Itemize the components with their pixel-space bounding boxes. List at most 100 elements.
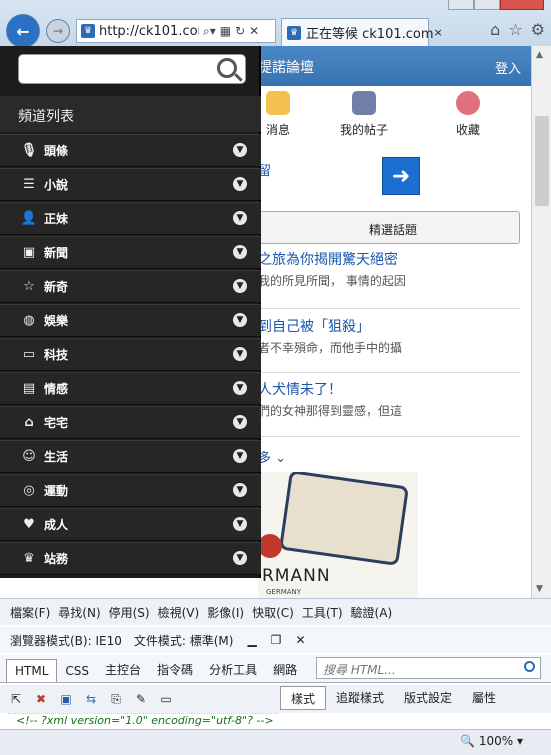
zoom-control[interactable]: 🔍 100% ▾ — [460, 734, 523, 748]
go-arrow-button[interactable]: ➜ — [382, 157, 420, 195]
maximize-button[interactable] — [474, 0, 500, 10]
edit-icon[interactable]: ✎ — [133, 691, 149, 707]
channel-item[interactable]: 👤 正妹 ▼ — [0, 202, 261, 235]
channel-item-label: 站務 — [44, 552, 69, 566]
word-wrap-icon[interactable]: ⎘ — [108, 691, 124, 707]
channel-item[interactable]: ⌂ 宅宅 ▼ — [0, 406, 261, 439]
forward-button[interactable]: → — [46, 19, 70, 43]
chevron-down-icon[interactable]: ▼ — [233, 517, 247, 531]
channel-item[interactable]: ◍ 娛樂 ▼ — [0, 304, 261, 337]
menu-item[interactable]: 影像(I) — [207, 604, 244, 621]
hot-topics-tab[interactable]: 精選話題 — [258, 211, 520, 244]
refresh-icon[interactable]: ↻ — [235, 24, 245, 38]
channel-item[interactable]: ♛ 站務 ▼ — [0, 542, 261, 575]
chevron-down-icon[interactable]: ▼ — [233, 449, 247, 463]
url-text[interactable]: http://ck101.com/f — [99, 24, 199, 39]
minimize-button[interactable] — [448, 0, 474, 10]
devtools-tab[interactable]: CSS — [57, 660, 97, 682]
article-item[interactable]: 人犬情未了！ 們的女神那得到靈感，但這 — [258, 379, 520, 419]
devtools-tab[interactable]: HTML — [6, 659, 58, 682]
quick-link-messages[interactable]: 消息 — [266, 91, 290, 138]
channel-item[interactable]: ☺ 生活 ▼ — [0, 440, 261, 473]
search-icon[interactable] — [524, 661, 535, 672]
devtools-tab[interactable]: 指令碼 — [149, 657, 201, 682]
devtools-tab[interactable]: 主控台 — [97, 657, 149, 682]
clear-icon[interactable]: ✖ — [33, 691, 49, 707]
drawer-search-input[interactable] — [18, 54, 246, 84]
devtools-tab[interactable]: 網路 — [265, 657, 305, 682]
article-item[interactable]: 到自己被「狙殺」 者不幸殞命，而他手中的攝 — [258, 316, 520, 356]
article-item[interactable]: 之旅為你揭開驚天絕密 我的所見所聞， 事情的起因 — [258, 249, 520, 289]
style-tab[interactable]: 樣式 — [280, 686, 327, 710]
crown-icon: ♛ — [23, 551, 35, 566]
devtools-minimize-icon[interactable]: ▁ — [247, 633, 256, 647]
html-search-input[interactable]: 搜尋 HTML... — [316, 657, 541, 679]
browser-tab[interactable]: ♛ 正在等候 ck101.com × — [281, 18, 443, 46]
menu-item[interactable]: 檢視(V) — [158, 604, 200, 621]
close-window-button[interactable] — [500, 0, 544, 10]
channel-item[interactable]: ▭ 科技 ▼ — [0, 338, 261, 371]
advertisement[interactable]: RMANN GERMANY — [258, 472, 418, 598]
channel-item[interactable]: ▤ 情感 ▼ — [0, 372, 261, 405]
chevron-down-icon[interactable]: ▼ — [233, 279, 247, 293]
chevron-down-icon[interactable]: ▼ — [233, 143, 247, 157]
chevron-down-icon[interactable]: ▼ — [233, 177, 247, 191]
stop-icon[interactable]: ✕ — [249, 24, 259, 38]
channel-item[interactable]: ☆ 新奇 ▼ — [0, 270, 261, 303]
menu-item[interactable]: 停用(S) — [109, 604, 150, 621]
chevron-down-icon[interactable]: ▼ — [233, 415, 247, 429]
chevron-down-icon[interactable]: ▼ — [233, 347, 247, 361]
chevron-down-icon[interactable]: ▼ — [233, 211, 247, 225]
channel-item[interactable]: ☰ 小說 ▼ — [0, 168, 261, 201]
devtools-popout-icon[interactable]: ❐ — [271, 633, 282, 647]
scroll-down-icon[interactable]: ▼ — [536, 584, 543, 594]
dom-icon[interactable]: ▭ — [158, 691, 174, 707]
books-icon: ☰ — [23, 177, 35, 192]
channel-item-label: 生活 — [44, 450, 69, 464]
compat-view-icon[interactable]: ▦ — [220, 24, 231, 38]
style-tab[interactable]: 追蹤樣式 — [326, 686, 394, 710]
channel-item[interactable]: ♥ 成人 ▼ — [0, 508, 261, 541]
menu-item[interactable]: 尋找(N) — [58, 604, 100, 621]
more-link[interactable]: 多 ⌄ — [258, 447, 286, 466]
scroll-thumb[interactable] — [535, 116, 549, 206]
chevron-down-icon[interactable]: ▼ — [233, 483, 247, 497]
refresh-dom-icon[interactable]: ⇆ — [83, 691, 99, 707]
login-link[interactable]: 登入 — [495, 58, 521, 77]
chevron-down-icon[interactable]: ▼ — [233, 245, 247, 259]
devtools-close-icon[interactable]: ✕ — [295, 633, 305, 647]
channel-item[interactable]: 🎙 頭條 ▼ — [0, 134, 261, 167]
favorites-star-icon[interactable]: ☆ — [508, 20, 522, 39]
devtools-tab[interactable]: 分析工具 — [201, 657, 265, 682]
channel-item[interactable]: ▣ 新聞 ▼ — [0, 236, 261, 269]
tab-favicon-icon: ♛ — [287, 25, 301, 40]
style-tab[interactable]: 版式設定 — [394, 686, 462, 710]
channel-item[interactable]: ◎ 運動 ▼ — [0, 474, 261, 507]
select-element-icon[interactable]: ⇱ — [8, 691, 24, 707]
menu-item[interactable]: 驗證(A) — [351, 604, 393, 621]
chevron-down-icon[interactable]: ▼ — [233, 381, 247, 395]
document-mode-menu[interactable]: 文件模式: 標準(M) — [134, 632, 234, 649]
address-bar[interactable]: ♛ http://ck101.com/f ⌕▾ ▦ ↻ ✕ — [76, 19, 276, 43]
page-scrollbar[interactable]: ▲ ▼ — [531, 46, 551, 598]
search-icon[interactable] — [217, 58, 237, 78]
scroll-up-icon[interactable]: ▲ — [536, 50, 543, 60]
chevron-down-icon[interactable]: ▼ — [233, 313, 247, 327]
style-tab[interactable]: 屬性 — [462, 686, 506, 710]
search-icon[interactable]: ⌕▾ — [203, 24, 216, 39]
channel-item-label: 運動 — [44, 484, 69, 498]
save-icon[interactable]: ▣ — [58, 691, 74, 707]
quick-link-favorites[interactable]: 收藏 — [456, 91, 480, 138]
stars-icon: ☆ — [23, 279, 35, 294]
close-tab-icon[interactable]: × — [434, 26, 443, 39]
menu-item[interactable]: 檔案(F) — [10, 604, 50, 621]
settings-gear-icon[interactable]: ⚙ — [531, 20, 545, 39]
quick-link-my-posts[interactable]: 我的帖子 — [340, 91, 388, 138]
channel-item-label: 頭條 — [44, 144, 69, 158]
browser-mode-menu[interactable]: 瀏覽器模式(B): IE10 — [10, 632, 122, 649]
menu-item[interactable]: 快取(C) — [252, 604, 294, 621]
home-icon[interactable]: ⌂ — [490, 20, 500, 39]
back-button[interactable]: ← — [6, 14, 40, 48]
chevron-down-icon[interactable]: ▼ — [233, 551, 247, 565]
menu-item[interactable]: 工具(T) — [302, 604, 343, 621]
